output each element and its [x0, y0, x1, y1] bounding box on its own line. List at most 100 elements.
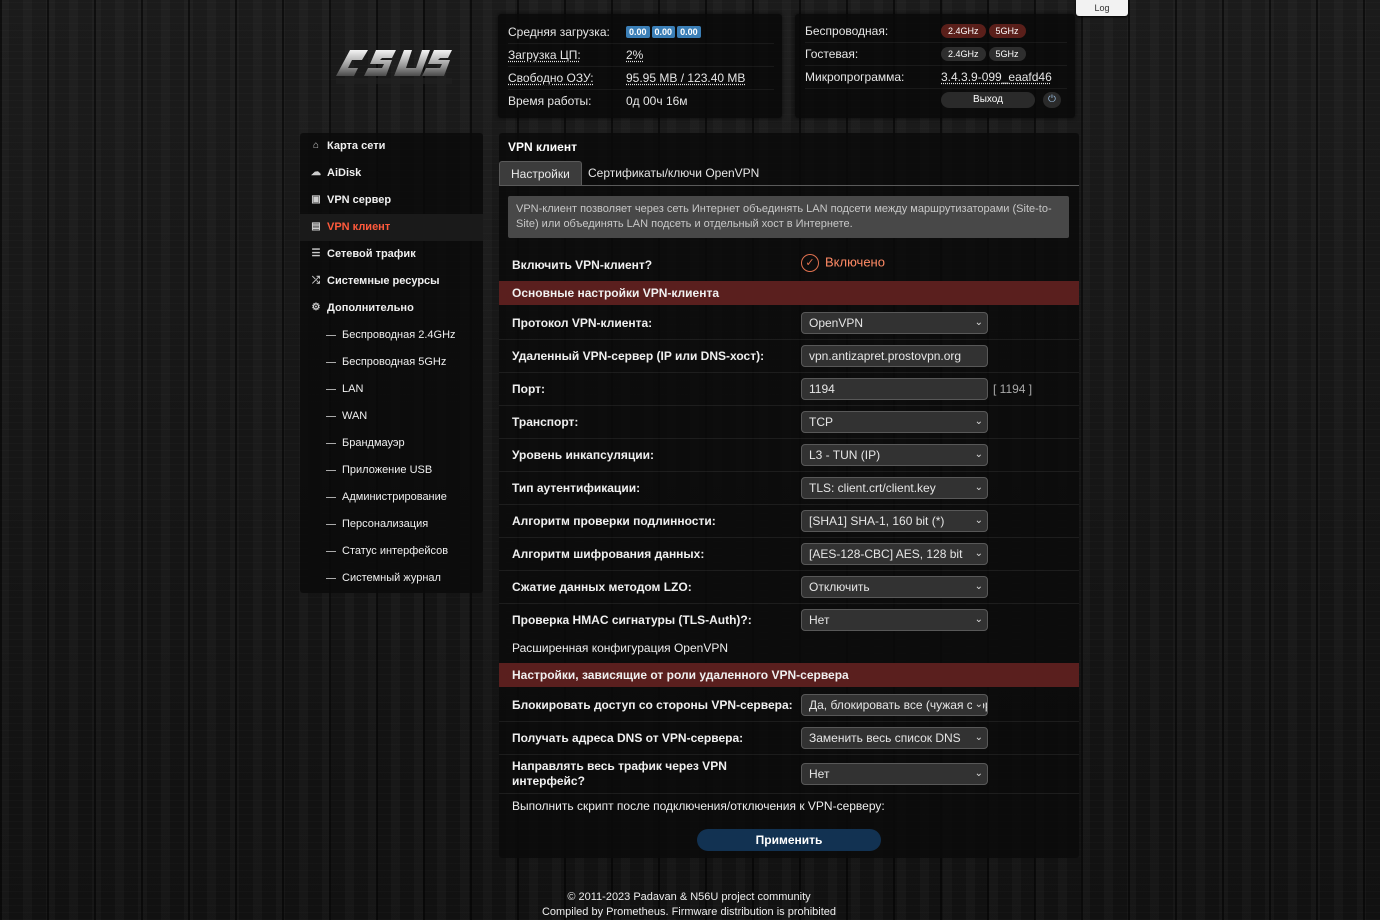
port-hint: [ 1194 ]	[993, 382, 1033, 396]
sidebar-subitem-syslog[interactable]: Системный журнал	[300, 565, 483, 592]
advanced-config-link[interactable]: Расширенная конфигурация OpenVPN	[512, 641, 728, 655]
lzo-select[interactable]: Отключить ⌄	[801, 576, 988, 598]
chevron-down-icon: ⌄	[974, 768, 983, 779]
auth-type-select[interactable]: TLS: client.crt/client.key ⌄	[801, 477, 988, 499]
sidebar-item-advanced[interactable]: ⚙ Дополнительно	[300, 295, 483, 322]
select-value: [AES-128-CBC] AES, 128 bit	[809, 547, 963, 561]
dash-icon	[326, 470, 336, 471]
sidebar-subitem-wireless-24[interactable]: Беспроводная 2.4GHz	[300, 322, 483, 349]
protocol-select[interactable]: OpenVPN ⌄	[801, 312, 988, 334]
guest-24-badge[interactable]: 2.4GHz	[941, 47, 986, 61]
sidebar-item-label: VPN клиент	[327, 221, 391, 233]
chevron-down-icon: ⌄	[974, 732, 983, 743]
dash-icon	[326, 362, 336, 363]
tab-divider	[499, 185, 1079, 186]
log-tab[interactable]: Log	[1076, 0, 1128, 16]
select-value: TLS: client.crt/client.key	[809, 481, 936, 495]
enable-toggle[interactable]: ✓ Включено	[801, 254, 885, 274]
dash-icon	[326, 416, 336, 417]
select-value: Нет	[809, 767, 830, 781]
chevron-down-icon: ⌄	[974, 581, 983, 592]
sidebar-item-aidisk[interactable]: ☁ AiDisk	[300, 160, 483, 187]
select-value: [SHA1] SHA-1, 160 bit (*)	[809, 514, 945, 528]
cpu-row: Загрузка ЦП: 2%	[508, 43, 774, 67]
sidebar-subitem-lan[interactable]: LAN	[300, 376, 483, 403]
sidebar-subitem-label: Администрирование	[342, 491, 447, 503]
load-row: Средняя загрузка: 0.00 0.00 0.00	[508, 20, 774, 44]
server-input[interactable]: vpn.antizapret.prostovpn.org	[801, 345, 988, 367]
sidebar-subitem-label: Приложение USB	[342, 464, 433, 476]
tab-certificates[interactable]: Сертификаты/ключи OpenVPN	[577, 161, 770, 185]
field-label: интерфейс?	[512, 774, 585, 788]
load-badge: 0.00	[626, 26, 650, 38]
uptime-label: Время работы:	[508, 94, 592, 108]
select-value: Заменить весь список DNS	[809, 731, 961, 745]
sidebar-item-vpn-client[interactable]: ▤ VPN клиент	[300, 214, 483, 241]
encapsulation-select[interactable]: L3 - TUN (IP) ⌄	[801, 444, 988, 466]
tab-settings[interactable]: Настройки	[499, 161, 582, 186]
sidebar-item-label: AiDisk	[327, 167, 362, 179]
load-label: Средняя загрузка:	[508, 25, 610, 39]
chevron-down-icon: ⌄	[971, 695, 983, 715]
auth-type-row: Тип аутентификации: TLS: client.crt/clie…	[499, 471, 1079, 505]
wireless-label: Беспроводная:	[805, 24, 889, 38]
field-label: Блокировать доступ со стороны VPN-сервер…	[512, 698, 793, 712]
dns-row: Получать адреса DNS от VPN-сервера: Заме…	[499, 721, 1079, 755]
sidebar-subitem-label: Брандмауэр	[342, 437, 405, 449]
wireless-row: Беспроводная: 2.4GHz 5GHz	[805, 19, 1067, 43]
sidebar-subitem-usb[interactable]: Приложение USB	[300, 457, 483, 484]
ram-label[interactable]: Свободно ОЗУ:	[508, 71, 594, 85]
footer-copyright: © 2011-2023 Padavan & N56U project commu…	[567, 891, 811, 903]
sidebar-item-vpn-server[interactable]: ▣ VPN сервер	[300, 187, 483, 214]
cpu-value: 2%	[626, 48, 644, 62]
logout-button[interactable]: Выход	[941, 92, 1035, 108]
traffic-icon: ☰	[311, 248, 321, 259]
wireless-24-badge[interactable]: 2.4GHz	[941, 24, 986, 38]
sidebar-item-network-map[interactable]: ⌂ Карта сети	[300, 133, 483, 160]
uptime-value: 0д 00ч 16м	[626, 94, 688, 108]
sidebar-subitem-wan[interactable]: WAN	[300, 403, 483, 430]
auth-algo-row: Алгоритм проверки подлинности: [SHA1] SH…	[499, 504, 1079, 538]
dns-select[interactable]: Заменить весь список DNS ⌄	[801, 727, 988, 749]
dash-icon	[326, 335, 336, 336]
cloud-icon: ☁	[311, 167, 321, 178]
sidebar-subitem-firewall[interactable]: Брандмауэр	[300, 430, 483, 457]
firmware-row: Микропрограмма: 3.4.3.9-099_eaafd46	[805, 65, 1067, 89]
wireless-status-panel: Беспроводная: 2.4GHz 5GHz Гостевая: 2.4GH…	[795, 14, 1075, 118]
lzo-row: Сжатие данных методом LZO: Отключить ⌄	[499, 570, 1079, 604]
block-access-select[interactable]: Да, блокировать все (чужая сторона)⌄	[801, 694, 988, 716]
dash-icon	[326, 524, 336, 525]
sidebar-subitem-admin[interactable]: Администрирование	[300, 484, 483, 511]
cipher-select[interactable]: [AES-128-CBC] AES, 128 bit ⌄	[801, 543, 988, 565]
sidebar-item-label: Дополнительно	[327, 302, 414, 314]
info-box: VPN-клиент позволяет через сеть Интернет…	[508, 196, 1069, 238]
apply-button[interactable]: Применить	[697, 829, 881, 851]
route-all-select[interactable]: Нет ⌄	[801, 763, 988, 785]
sidebar-item-resources[interactable]: ⤮ Системные ресурсы	[300, 268, 483, 295]
sidebar-item-label: Сетевой трафик	[327, 248, 416, 260]
sidebar-subitem-interface-status[interactable]: Статус интерфейсов	[300, 538, 483, 565]
script-label: Выполнить скрипт после подключения/отклю…	[512, 799, 885, 813]
cpu-label[interactable]: Загрузка ЦП:	[508, 48, 581, 62]
check-icon: ✓	[801, 254, 819, 272]
home-icon: ⌂	[312, 140, 320, 151]
field-label: Протокол VPN-клиента:	[512, 316, 653, 330]
guest-5-badge[interactable]: 5GHz	[988, 47, 1026, 61]
hmac-select[interactable]: Нет ⌄	[801, 609, 988, 631]
vpn-client-panel: VPN клиент Настройки Сертификаты/ключи O…	[499, 133, 1079, 858]
port-input[interactable]: 1194	[801, 378, 988, 400]
dash-icon	[326, 443, 336, 444]
firmware-value[interactable]: 3.4.3.9-099_eaafd46	[941, 70, 1052, 84]
system-status-panel: Средняя загрузка: 0.00 0.00 0.00 Загрузка …	[498, 14, 782, 118]
power-icon[interactable]: ⏻	[1043, 92, 1061, 108]
auth-algo-select[interactable]: [SHA1] SHA-1, 160 bit (*) ⌄	[801, 510, 988, 532]
wireless-5-badge[interactable]: 5GHz	[988, 24, 1026, 38]
sidebar-item-traffic[interactable]: ☰ Сетевой трафик	[300, 241, 483, 268]
select-value: L3 - TUN (IP)	[809, 448, 881, 462]
shuffle-icon: ⤮	[312, 275, 320, 286]
transport-select[interactable]: TCP ⌄	[801, 411, 988, 433]
sidebar-subitem-personalization[interactable]: Персонализация	[300, 511, 483, 538]
chevron-down-icon: ⌄	[974, 614, 983, 625]
select-value: OpenVPN	[809, 316, 864, 330]
sidebar-subitem-wireless-5[interactable]: Беспроводная 5GHz	[300, 349, 483, 376]
